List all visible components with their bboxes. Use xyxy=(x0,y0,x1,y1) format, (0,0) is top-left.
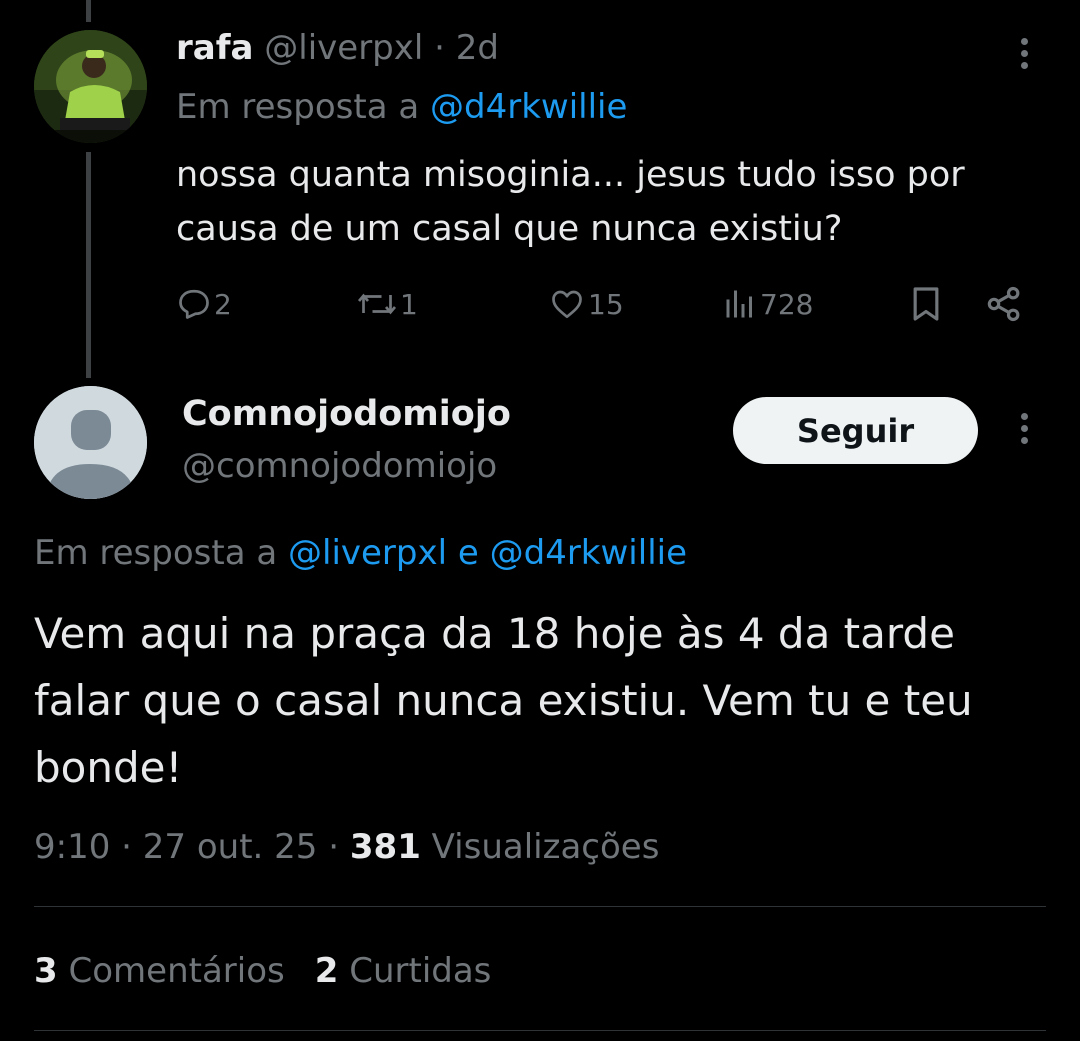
like-icon xyxy=(552,290,582,319)
reply-button[interactable]: 2 xyxy=(176,276,232,332)
views-icon xyxy=(726,290,752,318)
views-button[interactable]: 728 xyxy=(722,276,813,332)
tweet-detail-page: rafa @liverpxl · 2d Em resposta a @d4rkw… xyxy=(0,0,1080,1041)
divider xyxy=(34,906,1046,907)
mention-joiner: e xyxy=(457,533,479,573)
share-icon xyxy=(987,286,1020,322)
divider xyxy=(34,1030,1046,1031)
tweet-meta: 9:10 · 27 out. 25 · 381 Visualizações xyxy=(34,824,659,870)
views-count: 381 xyxy=(349,827,421,867)
like-count: 15 xyxy=(588,287,624,321)
main-tweet-text: Vem aqui na praça da 18 hoje às 4 da tar… xyxy=(34,609,973,792)
more-icon[interactable] xyxy=(1014,413,1034,453)
bookmark-icon xyxy=(913,287,939,321)
reply-tweet-text: nossa quanta misoginia... jesus tudo iss… xyxy=(176,155,965,249)
reply-count: 2 xyxy=(214,287,232,321)
bookmark-button[interactable] xyxy=(906,276,946,332)
reply-prefix: Em resposta a xyxy=(34,533,278,573)
author-handle[interactable]: @liverpxl xyxy=(264,28,423,68)
action-bar: 2 1 15 728 xyxy=(0,276,1080,332)
tweet-time[interactable]: 9:10 xyxy=(34,827,110,867)
views-label: Visualizações xyxy=(431,827,660,867)
reply-prefix: Em resposta a xyxy=(176,87,420,127)
repost-button[interactable]: 1 xyxy=(356,276,418,332)
comments-stat[interactable]: 3 Comentários xyxy=(34,951,285,991)
separator-dot: · xyxy=(434,28,445,68)
reposts-label: Curtidas xyxy=(349,951,492,991)
default-avatar[interactable] xyxy=(34,386,147,499)
reply-context: Em resposta a @d4rkwillie xyxy=(176,84,627,130)
author-handle[interactable]: @comnojodomiojo xyxy=(182,444,497,488)
thread-line-top xyxy=(86,0,91,22)
separator-dot: · xyxy=(328,827,340,867)
reposts-count: 2 xyxy=(314,951,339,991)
more-icon[interactable] xyxy=(1014,38,1034,78)
tweet-date[interactable]: 27 out. 25 xyxy=(143,827,318,867)
thread-line xyxy=(86,152,91,378)
reply-author-line: rafa @liverpxl · 2d xyxy=(176,26,499,70)
share-button[interactable] xyxy=(984,276,1024,332)
engagement-stats: 3 Comentários 2 Curtidas xyxy=(34,948,491,994)
default-avatar-icon xyxy=(34,386,147,499)
mention-link[interactable]: @d4rkwillie xyxy=(490,533,687,573)
reply-context: Em resposta a @liverpxl e @d4rkwillie xyxy=(34,530,687,576)
views-count: 728 xyxy=(760,287,814,321)
reposts-stat[interactable]: 2 Curtidas xyxy=(315,951,492,991)
comments-count: 3 xyxy=(34,951,58,991)
author-display-name[interactable]: rafa xyxy=(176,28,253,68)
separator-dot: · xyxy=(121,827,132,867)
mention-link[interactable]: @d4rkwillie xyxy=(430,87,627,127)
like-button[interactable]: 15 xyxy=(548,276,624,332)
repost-icon xyxy=(357,293,397,315)
time-ago: 2d xyxy=(455,28,499,68)
reply-icon xyxy=(179,289,209,319)
photo-avatar-icon xyxy=(34,30,147,143)
mention-link[interactable]: @liverpxl xyxy=(288,533,447,573)
repost-count: 1 xyxy=(400,287,418,321)
author-display-name[interactable]: Comnojodomiojo xyxy=(182,392,511,436)
comments-label: Comentários xyxy=(68,951,285,991)
user-avatar[interactable] xyxy=(34,30,147,143)
follow-button[interactable]: Seguir xyxy=(733,397,978,464)
